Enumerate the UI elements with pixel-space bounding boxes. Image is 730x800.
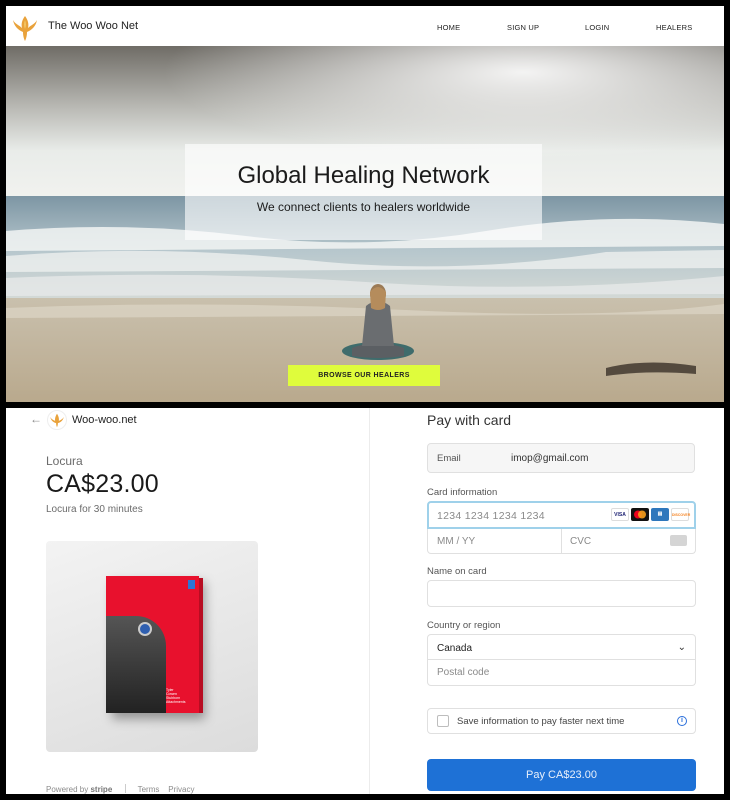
save-info-option: Save information to pay faster next time… [427,708,696,734]
browse-healers-button[interactable]: BROWSE OUR HEALERS [288,365,440,386]
name-on-card-input[interactable] [427,580,696,607]
nav-home-link[interactable]: HOME [437,23,460,32]
card-number-input[interactable]: 1234 1234 1234 1234 VISA ▤ DISCOVER [427,501,696,529]
payment-form-pane: Pay with card Email imop@gmail.com Card … [370,408,724,794]
top-navbar: The Woo Woo Net HOME SIGN UP LOGIN HEALE… [6,6,724,46]
merchant-name: Woo-woo.net [72,414,137,426]
product-description: Locura for 30 minutes [46,504,143,515]
book-spine [199,578,203,713]
screenshot-frame: The Woo Woo Net HOME SIGN UP LOGIN HEALE… [0,0,730,800]
nav-signup-link[interactable]: SIGN UP [507,23,539,32]
mastercard-icon [631,508,649,521]
nav-healers-link[interactable]: HEALERS [656,23,692,32]
product-price: CA$23.00 [46,470,159,498]
postal-code-input[interactable]: Postal code [427,660,696,686]
product-name: Locura [46,454,83,468]
email-field[interactable]: Email imop@gmail.com [427,443,695,473]
book-cover: Tyler Cowen Stubborn Attachments [106,576,203,713]
amex-icon: ▤ [651,508,669,521]
email-label: Email [437,453,461,464]
privacy-link[interactable]: Privacy [168,785,194,794]
nav-login-link[interactable]: LOGIN [585,23,609,32]
card-number-placeholder: 1234 1234 1234 1234 [437,510,545,522]
cvc-input[interactable]: CVC [570,536,591,547]
country-select[interactable]: Canada ⌄ [427,634,696,660]
country-value: Canada [437,643,473,654]
back-arrow-icon[interactable]: ← [30,412,42,426]
order-summary-pane: ← Woo-woo.net Locura CA$23.00 Locura for… [6,408,370,794]
hero-text-panel: Global Healing Network We connect client… [185,144,542,240]
hero-banner: Global Healing Network We connect client… [6,46,724,402]
card-information-label: Card information [427,487,498,498]
hero-title: Global Healing Network [237,162,490,189]
book-cover-text: Tyler Cowen Stubborn Attachments [166,688,186,704]
book-coin-graphic [138,622,152,636]
terms-link[interactable]: Terms [138,785,160,794]
book-badge [188,580,195,589]
card-expiry-cvc-row: MM / YY CVC [427,529,696,554]
stripe-logo[interactable]: stripe [90,785,112,794]
save-info-label: Save information to pay faster next time [457,716,625,727]
info-icon[interactable]: i [677,716,687,726]
save-info-checkbox[interactable] [437,715,449,727]
pay-with-card-heading: Pay with card [427,412,512,428]
powered-by-label: Powered by [46,785,89,794]
pay-button[interactable]: Pay CA$23.00 [427,759,696,791]
card-row-divider [561,529,562,553]
email-value: imop@gmail.com [511,453,589,464]
cvc-card-icon [670,535,687,546]
site-brand[interactable]: The Woo Woo Net [48,20,138,32]
name-on-card-label: Name on card [427,566,487,577]
visa-icon: VISA [611,508,629,521]
footer-divider [124,784,126,793]
discover-icon: DISCOVER [671,508,690,521]
merchant-logo-icon [47,410,67,430]
expiry-input[interactable]: MM / YY [437,536,475,547]
product-image: Tyler Cowen Stubborn Attachments [46,541,258,752]
country-region-label: Country or region [427,620,501,631]
chevron-down-icon: ⌄ [677,642,686,653]
hero-subtitle: We connect clients to healers worldwide [256,200,471,214]
phoenix-logo-icon[interactable] [12,12,38,42]
checkout-footer: Powered by stripe Terms Privacy [46,784,195,794]
woo-woo-website: The Woo Woo Net HOME SIGN UP LOGIN HEALE… [6,6,724,402]
postal-code-placeholder: Postal code [437,667,490,678]
stripe-checkout: ← Woo-woo.net Locura CA$23.00 Locura for… [6,408,724,794]
book-hand-graphic [106,616,166,713]
